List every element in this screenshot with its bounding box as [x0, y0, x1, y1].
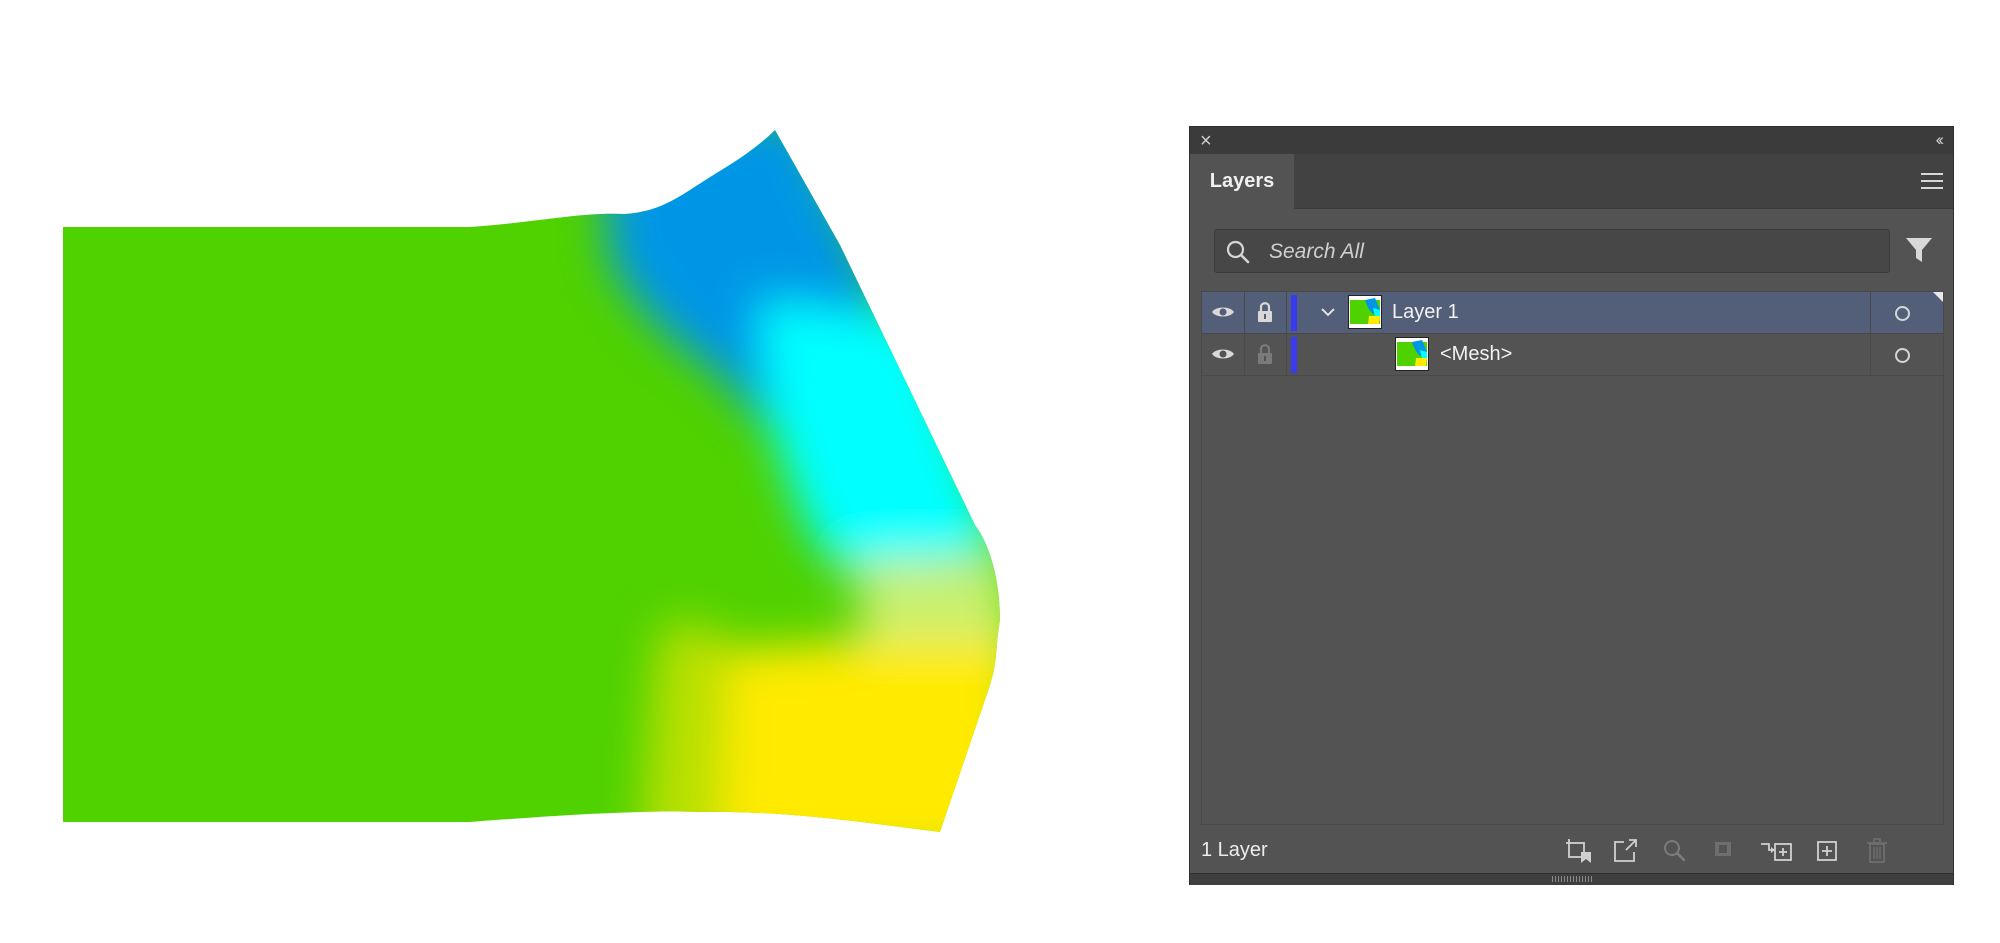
object-thumbnail	[1395, 337, 1429, 371]
panel-tab-row: Layers	[1190, 154, 1953, 209]
target-circle-icon[interactable]	[1895, 306, 1910, 321]
layers-list: Layer 1 <Mesh>	[1201, 291, 1944, 825]
make-clipping-mask-icon[interactable]	[1710, 838, 1738, 864]
filter-icon[interactable]	[1904, 235, 1934, 265]
panel-resize-grip[interactable]	[1190, 873, 1953, 885]
target-column-divider	[1870, 334, 1871, 375]
lock-toggle[interactable]	[1244, 334, 1287, 375]
search-input[interactable]	[1267, 230, 1871, 274]
visibility-toggle[interactable]	[1202, 334, 1245, 375]
close-icon[interactable]: ×	[1200, 128, 1212, 154]
chevron-down-icon[interactable]	[1320, 304, 1336, 320]
layer-color-indicator	[1291, 337, 1297, 373]
export-icon[interactable]	[1612, 838, 1640, 864]
target-circle-icon[interactable]	[1895, 348, 1910, 363]
locate-object-icon[interactable]	[1661, 838, 1689, 864]
layer-count: 1 Layer	[1201, 839, 1268, 861]
mesh-object[interactable]	[0, 0, 1150, 943]
collect-for-export-icon[interactable]	[1565, 838, 1593, 864]
search-icon	[1226, 240, 1250, 264]
create-sublayer-icon[interactable]	[1760, 838, 1794, 864]
layer-row-layer-1[interactable]: Layer 1	[1202, 292, 1943, 334]
selection-indicator	[1933, 292, 1943, 302]
hamburger-menu-icon[interactable]	[1921, 173, 1943, 190]
layers-panel: × ‹‹ Layers Search All Layer 1 <Mesh> 1 …	[1189, 126, 1954, 885]
panel-footer: 1 Layer	[1190, 825, 1953, 873]
lock-toggle[interactable]	[1244, 292, 1287, 333]
layer-name[interactable]: Layer 1	[1392, 292, 1459, 333]
grip-handle[interactable]	[1552, 876, 1592, 882]
collapse-icon[interactable]: ‹‹	[1936, 127, 1945, 153]
create-new-layer-icon[interactable]	[1814, 838, 1842, 864]
panel-title-bar[interactable]: × ‹‹	[1190, 127, 1953, 155]
artboard-canvas[interactable]	[0, 0, 1150, 943]
lock-icon	[1258, 344, 1272, 364]
layer-thumbnail	[1348, 295, 1382, 329]
target-column-divider	[1870, 292, 1871, 333]
object-name[interactable]: <Mesh>	[1440, 334, 1512, 375]
delete-icon[interactable]	[1864, 838, 1892, 864]
layer-color-indicator	[1291, 295, 1297, 331]
lock-icon	[1258, 302, 1272, 322]
eye-icon	[1212, 349, 1234, 359]
eye-icon	[1212, 307, 1234, 317]
layer-row-mesh[interactable]: <Mesh>	[1202, 334, 1943, 376]
visibility-toggle[interactable]	[1202, 292, 1245, 333]
search-box[interactable]	[1214, 229, 1890, 274]
tab-layers[interactable]: Layers	[1190, 154, 1294, 209]
